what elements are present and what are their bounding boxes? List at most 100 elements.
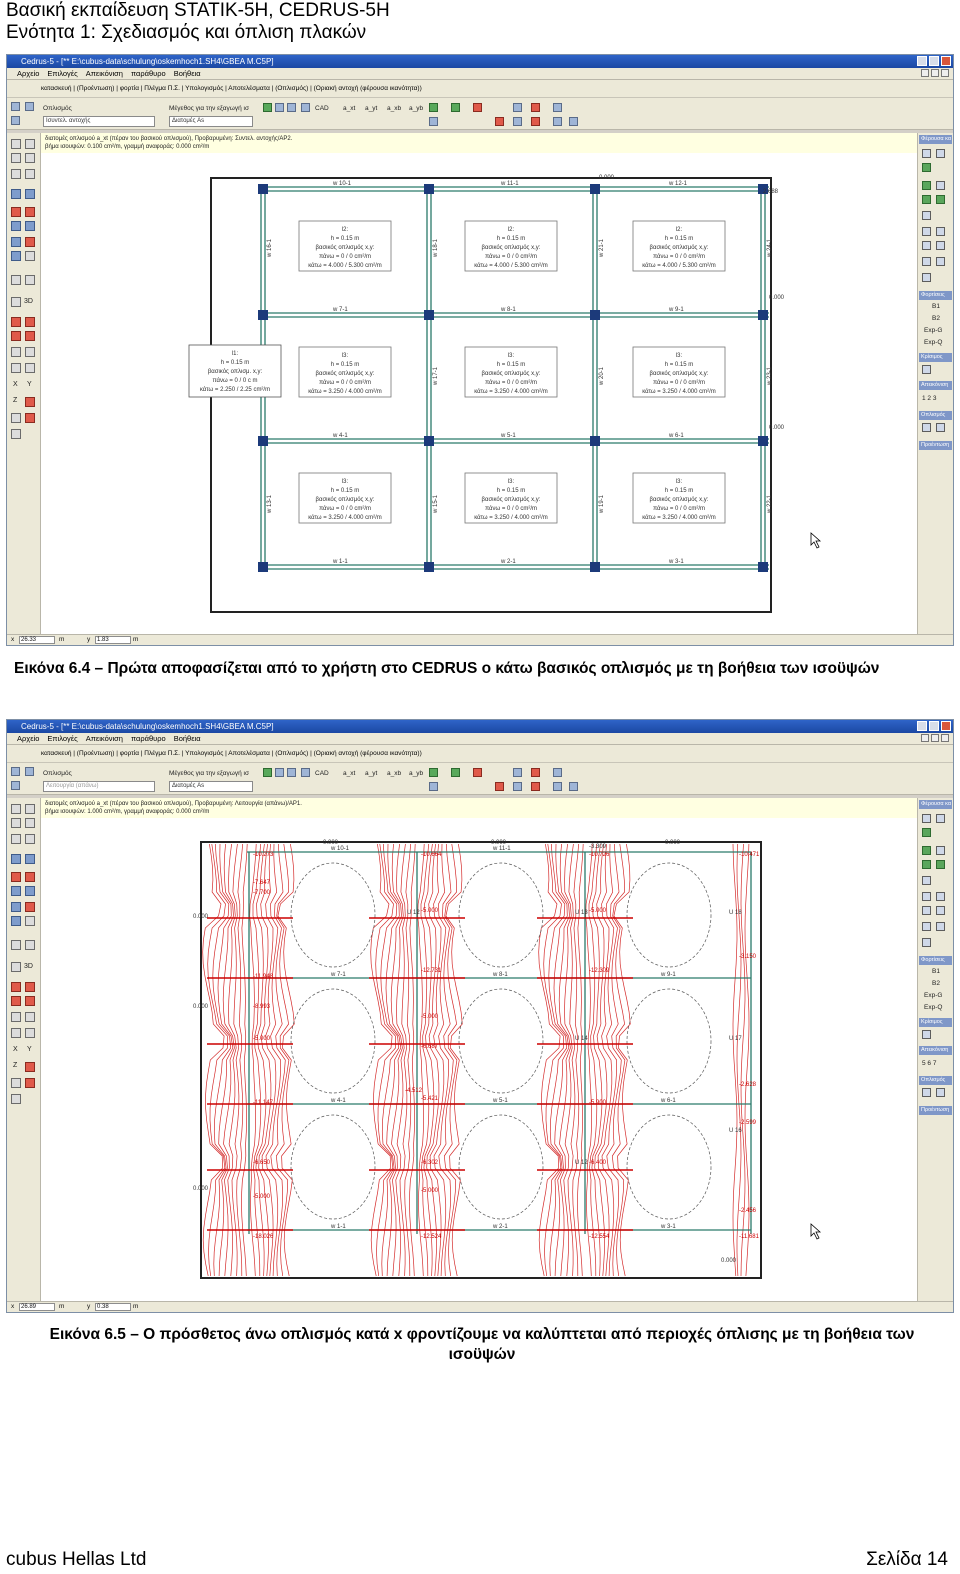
- doc-close-button[interactable]: [941, 734, 949, 742]
- drawing-canvas-1[interactable]: w 10-1 w 11-1 w 12-1 w 7-1 w 8-1 w 9-1 w…: [41, 153, 917, 636]
- maximize-button[interactable]: [929, 721, 939, 731]
- ayb-button[interactable]: a_yb: [409, 104, 423, 113]
- rt-load-b2[interactable]: B2: [932, 315, 940, 322]
- rt-table-icon[interactable]: [922, 227, 931, 236]
- undo-icon[interactable]: [11, 940, 21, 950]
- zoom-out-icon[interactable]: [25, 221, 35, 231]
- rt-copy-icon[interactable]: [936, 149, 945, 158]
- chart-icon[interactable]: [531, 117, 540, 126]
- text-icon[interactable]: [25, 834, 35, 844]
- snap-icon[interactable]: [11, 854, 21, 864]
- rt-split2-icon[interactable]: [936, 241, 945, 250]
- axis-z-button[interactable]: Z: [13, 1062, 17, 1069]
- pointer-icon[interactable]: [11, 139, 21, 149]
- zoom-window-icon[interactable]: [11, 902, 21, 912]
- rt-doc-icon[interactable]: [936, 1088, 945, 1097]
- menu-file[interactable]: Αρχείο: [17, 68, 39, 79]
- zoom-out-icon[interactable]: [25, 886, 35, 896]
- redo-icon[interactable]: [25, 940, 35, 950]
- scale-icon[interactable]: [531, 103, 540, 112]
- rt-cross-icon[interactable]: [922, 938, 931, 947]
- zoom-all-icon[interactable]: [569, 117, 578, 126]
- doc-restore-button[interactable]: [931, 734, 939, 742]
- circle-icon[interactable]: [25, 153, 35, 163]
- rt-split2-icon[interactable]: [936, 906, 945, 915]
- cross-icon[interactable]: [429, 782, 438, 791]
- export-icon[interactable]: [553, 782, 562, 791]
- ayb-button[interactable]: a_yb: [409, 769, 423, 778]
- undo-icon[interactable]: [11, 275, 21, 285]
- section-icon[interactable]: [11, 347, 21, 357]
- maximize-button[interactable]: [929, 56, 939, 66]
- line-icon[interactable]: [25, 139, 35, 149]
- zoom-prev-icon[interactable]: [25, 237, 35, 247]
- rt-layer2-icon[interactable]: [936, 181, 945, 190]
- size-select[interactable]: Διατομές As: [169, 116, 253, 127]
- axis-icon[interactable]: [25, 1062, 35, 1072]
- axis-x-button[interactable]: X: [13, 1046, 18, 1053]
- axis-icon[interactable]: [25, 397, 35, 407]
- menu-help[interactable]: Βοήθεια: [174, 68, 201, 79]
- axis-y-button[interactable]: Y: [27, 381, 32, 388]
- menu-file[interactable]: Αρχείο: [17, 733, 39, 744]
- ayt-button[interactable]: a_yt: [365, 104, 377, 113]
- flash-icon[interactable]: [451, 103, 460, 112]
- pen2-icon[interactable]: [25, 872, 35, 882]
- rt-split-icon[interactable]: [922, 241, 931, 250]
- shade-icon[interactable]: [11, 331, 21, 341]
- save-icon[interactable]: [11, 767, 20, 776]
- doc-close-button[interactable]: [941, 69, 949, 77]
- export-icon[interactable]: [553, 117, 562, 126]
- section-icon[interactable]: [11, 1012, 21, 1022]
- sheet-icon[interactable]: [513, 782, 522, 791]
- rt-bar2-icon[interactable]: [936, 860, 945, 869]
- rotate-icon[interactable]: [11, 1028, 21, 1038]
- pen-icon[interactable]: [11, 207, 21, 217]
- rt-display-values[interactable]: 1 2 3: [922, 395, 936, 402]
- flash-icon[interactable]: [451, 768, 460, 777]
- rotate-icon[interactable]: [11, 363, 21, 373]
- pan-icon[interactable]: [25, 916, 35, 926]
- spin-icon[interactable]: [11, 429, 21, 439]
- redo-icon[interactable]: [25, 275, 35, 285]
- rotate2-icon[interactable]: [25, 1028, 35, 1038]
- axis-z-button[interactable]: Z: [13, 397, 17, 404]
- rt-table2-icon[interactable]: [936, 227, 945, 236]
- render2-icon[interactable]: [25, 982, 35, 992]
- save-icon[interactable]: [11, 102, 20, 111]
- tree-icon[interactable]: [553, 103, 562, 112]
- print-left-icon[interactable]: [11, 413, 21, 423]
- rotate2-icon[interactable]: [25, 363, 35, 373]
- drawing-canvas-2[interactable]: w 10-1 w 11-1 w 7-1 w 8-1 w 9-1 w 4-1 w …: [41, 818, 917, 1303]
- rt-edit-icon[interactable]: [922, 876, 931, 885]
- rt-cross-icon[interactable]: [922, 273, 931, 282]
- frame-icon[interactable]: [495, 782, 504, 791]
- rt-check-icon[interactable]: [922, 828, 931, 837]
- rt-bar-icon[interactable]: [922, 195, 931, 204]
- zoom-in-icon[interactable]: [11, 886, 21, 896]
- chart-icon[interactable]: [531, 782, 540, 791]
- shade2-icon[interactable]: [25, 331, 35, 341]
- rt-bucket-icon[interactable]: [922, 423, 931, 432]
- frame-icon[interactable]: [495, 117, 504, 126]
- render2-icon[interactable]: [25, 317, 35, 327]
- dim-icon[interactable]: [11, 169, 21, 179]
- axb-button[interactable]: a_xb: [387, 104, 401, 113]
- pan-icon[interactable]: [25, 251, 35, 261]
- save-as-icon[interactable]: [11, 781, 20, 790]
- tree-icon[interactable]: [553, 768, 562, 777]
- grid-icon[interactable]: [263, 103, 272, 112]
- table-icon[interactable]: [275, 768, 284, 777]
- menu-help[interactable]: Βοήθεια: [174, 733, 201, 744]
- text-icon[interactable]: [25, 169, 35, 179]
- rt-load-expg[interactable]: Exp-G: [924, 992, 942, 999]
- layout-icon[interactable]: [513, 768, 522, 777]
- rt-split-icon[interactable]: [922, 906, 931, 915]
- eraser-icon[interactable]: [473, 768, 482, 777]
- zoom-all-left-icon[interactable]: [11, 251, 21, 261]
- shade-icon[interactable]: [11, 996, 21, 1006]
- rt-bucket-icon[interactable]: [922, 1088, 931, 1097]
- eraser-icon[interactable]: [473, 103, 482, 112]
- menu-view[interactable]: Απεικόνιση: [86, 68, 123, 79]
- minimize-button[interactable]: [917, 721, 927, 731]
